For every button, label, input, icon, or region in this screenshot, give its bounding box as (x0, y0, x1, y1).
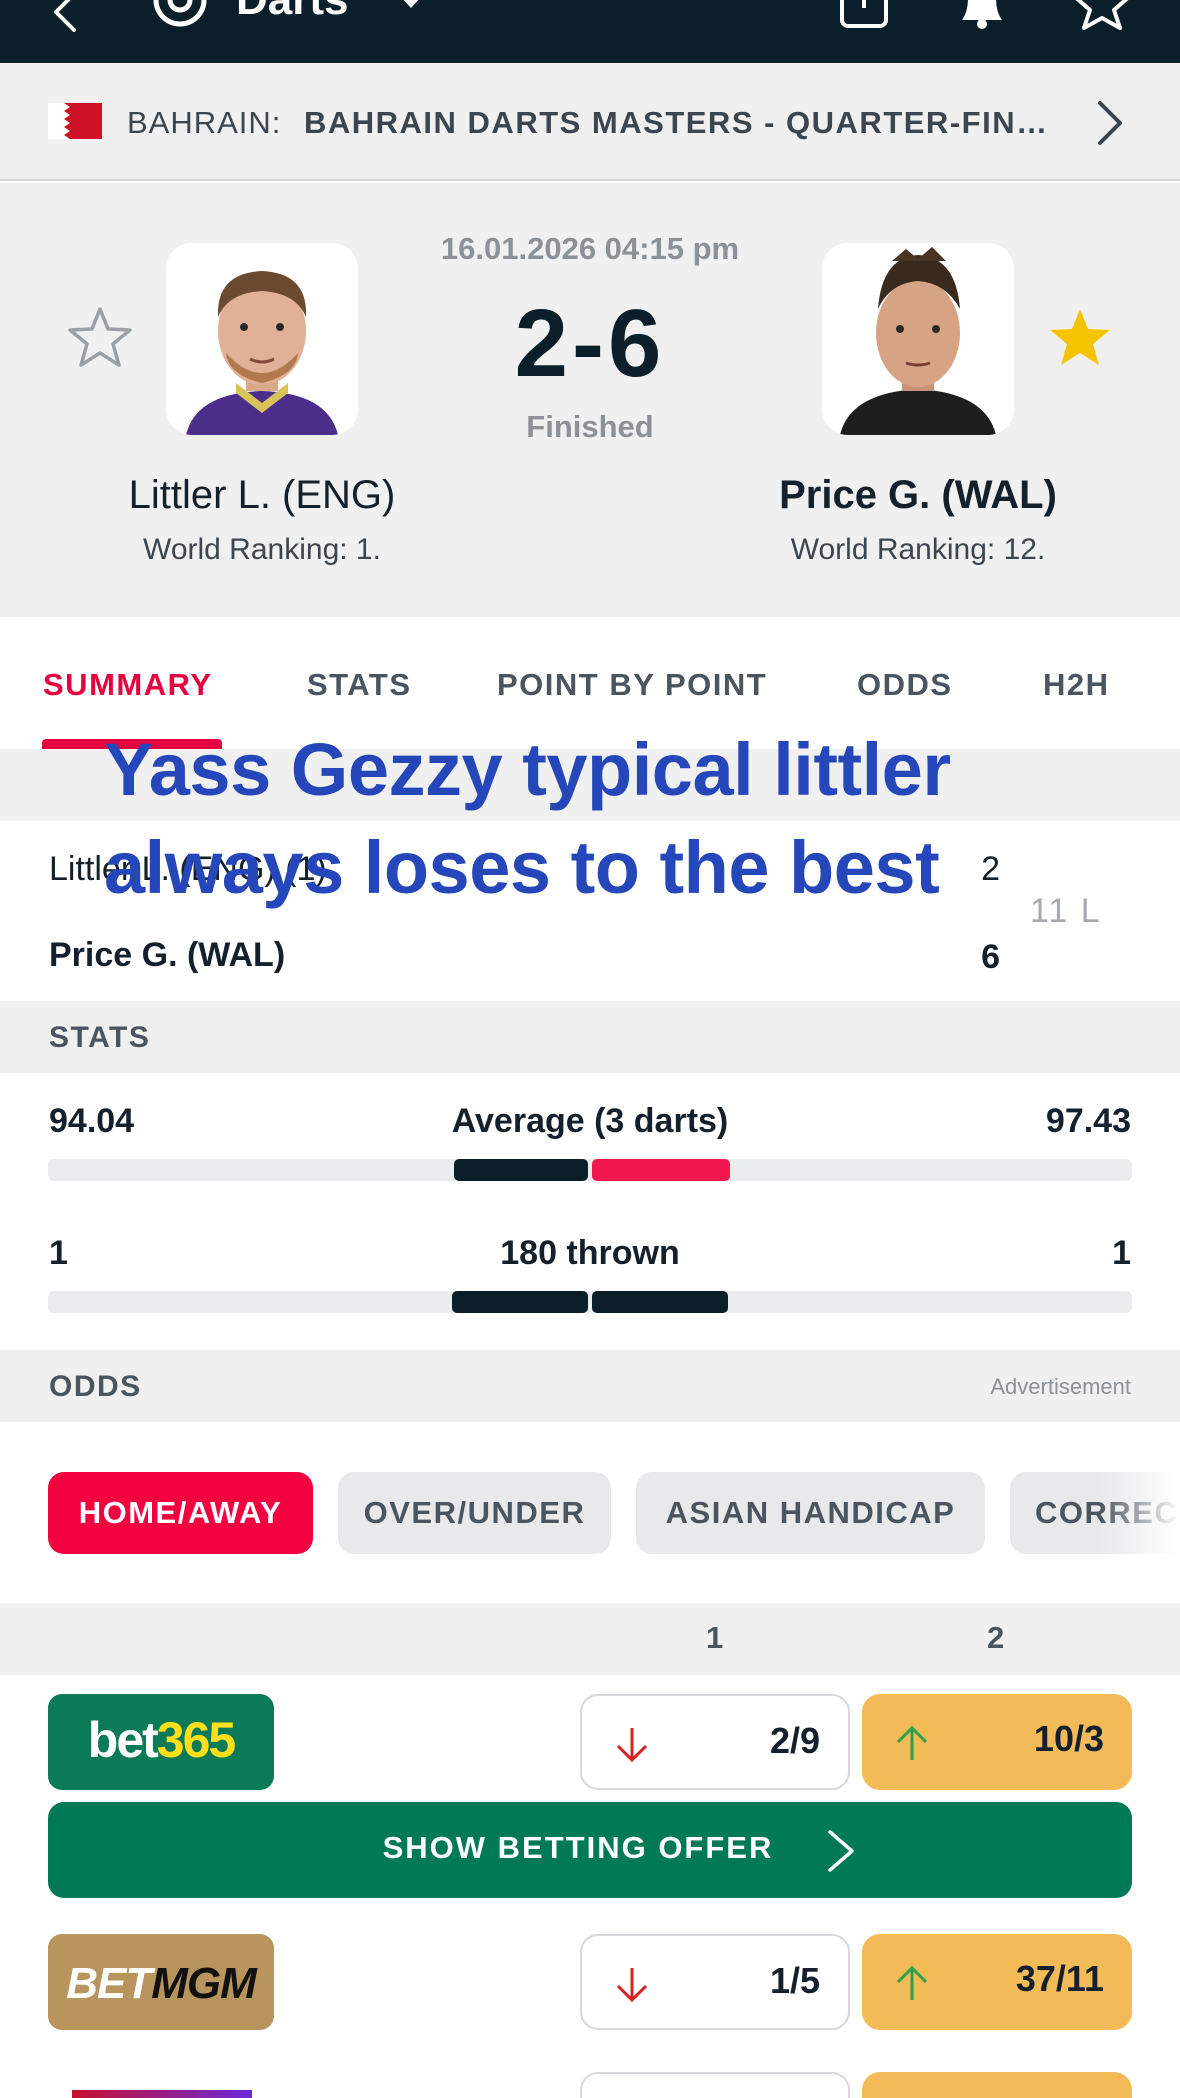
next-bookmaker-logo-partial[interactable] (72, 2090, 252, 2098)
stats-section-title: STATS (49, 1021, 151, 1054)
svg-text:BETMGM: BETMGM (66, 1959, 258, 2008)
odds-section-title: ODDS (49, 1370, 142, 1403)
match-header: 16.01.2026 04:15 pm 2-6 Finished Littler… (0, 183, 1180, 617)
stat-average-away-bar (592, 1159, 730, 1181)
overlay-caption-line-2: always loses to the best (104, 826, 940, 909)
stat-average-away: 97.43 (1045, 1102, 1131, 1140)
tournament-name: BAHRAIN DARTS MASTERS - QUARTER-FINA... (304, 105, 1064, 140)
filter-home-away[interactable]: HOME/AWAY (48, 1472, 313, 1554)
stat-180-home-bar (452, 1291, 588, 1313)
filter-scroll-fade (1100, 1466, 1180, 1560)
away-player-avatar[interactable] (822, 243, 1014, 435)
home-player-ranking: World Ranking: 1. (143, 533, 381, 566)
betmgm-logo[interactable]: BETMGM (48, 1934, 274, 2030)
tab-point-by-point[interactable]: POINT BY POINT (497, 667, 767, 703)
sport-title[interactable]: Darts (236, 0, 349, 22)
bell-icon[interactable] (952, 0, 1012, 30)
star-icon[interactable] (1072, 0, 1132, 30)
back-arrow-icon[interactable] (44, 0, 84, 34)
dropdown-caret-icon[interactable] (396, 0, 426, 14)
tab-h2h[interactable]: H2H (1043, 667, 1110, 703)
bet365-odd-away[interactable]: 10/3 (862, 1694, 1132, 1790)
share-icon[interactable] (834, 0, 894, 30)
away-player-ranking: World Ranking: 12. (790, 533, 1046, 566)
stat-180-away-bar (592, 1291, 728, 1313)
bahrain-flag-icon (48, 103, 102, 139)
overlay-caption-line-1: Yass Gezzy typical littler (104, 728, 951, 811)
bet365-logo[interactable]: bet365 (48, 1694, 274, 1790)
tab-summary[interactable]: SUMMARY (43, 667, 213, 703)
stat-180-bar (48, 1291, 1132, 1313)
tab-stats[interactable]: STATS (307, 667, 412, 703)
next-odd-away-partial[interactable] (862, 2072, 1132, 2098)
betmgm-odd-home-value: 1/5 (769, 1960, 820, 2001)
home-player-name[interactable]: Littler L. (ENG) (52, 473, 472, 518)
odds-col-2-header: 2 (987, 1620, 1005, 1655)
away-player-name[interactable]: Price G. (WAL) (708, 473, 1128, 518)
summary-away-score: 6 (981, 938, 1000, 976)
summary-away-name: Price G. (WAL) (49, 936, 286, 974)
stat-average-home-bar (454, 1159, 588, 1181)
bet365-odd-home-value: 2/9 (769, 1720, 820, 1761)
darts-icon (153, 0, 207, 27)
arrow-up-icon (896, 1965, 928, 2000)
odds-col-1-header: 1 (706, 1620, 724, 1655)
filter-over-under[interactable]: OVER/UNDER (338, 1472, 611, 1554)
filter-asian-handicap[interactable]: ASIAN HANDICAP (636, 1472, 985, 1554)
chevron-right-icon (1098, 101, 1122, 145)
top-app-bar: Darts (0, 0, 1180, 63)
stat-average-bar (48, 1159, 1132, 1181)
tab-odds[interactable]: ODDS (857, 667, 953, 703)
tournament-row[interactable]: BAHRAIN: BAHRAIN DARTS MASTERS - QUARTER… (0, 63, 1180, 181)
svg-text:bet365: bet365 (88, 1712, 236, 1768)
arrow-down-icon (616, 1968, 648, 2003)
arrow-up-icon (896, 1725, 928, 1760)
next-odd-home-partial[interactable] (580, 2072, 850, 2098)
odds-section-header: ODDS Advertisement (0, 1350, 1180, 1422)
betmgm-odd-away[interactable]: 37/11 (862, 1934, 1132, 2030)
bet365-odd-home[interactable]: 2/9 (580, 1694, 850, 1790)
betmgm-odd-away-value: 37/11 (1015, 1958, 1104, 1999)
advertisement-label: Advertisement (990, 1374, 1131, 1399)
bet365-odd-away-value: 10/3 (1033, 1718, 1104, 1759)
show-betting-offer-label: SHOW BETTING OFFER (382, 1830, 774, 1865)
tournament-country: BAHRAIN: (127, 105, 282, 140)
stat-average-label: Average (3 darts) (451, 1102, 729, 1140)
chevron-right-icon (828, 1830, 854, 1872)
arrow-down-icon (616, 1728, 648, 1763)
stats-section-header: STATS (0, 1001, 1180, 1073)
summary-home-score: 2 (981, 850, 1000, 888)
show-betting-offer-button[interactable]: SHOW BETTING OFFER (48, 1802, 1132, 1898)
stat-180-label: 180 thrown (500, 1234, 680, 1272)
stat-180-away: 1 (1112, 1234, 1131, 1272)
summary-extra: 11 L (1030, 892, 1102, 930)
favorite-away-star-icon[interactable] (1048, 305, 1112, 369)
betmgm-odd-home[interactable]: 1/5 (580, 1934, 850, 2030)
